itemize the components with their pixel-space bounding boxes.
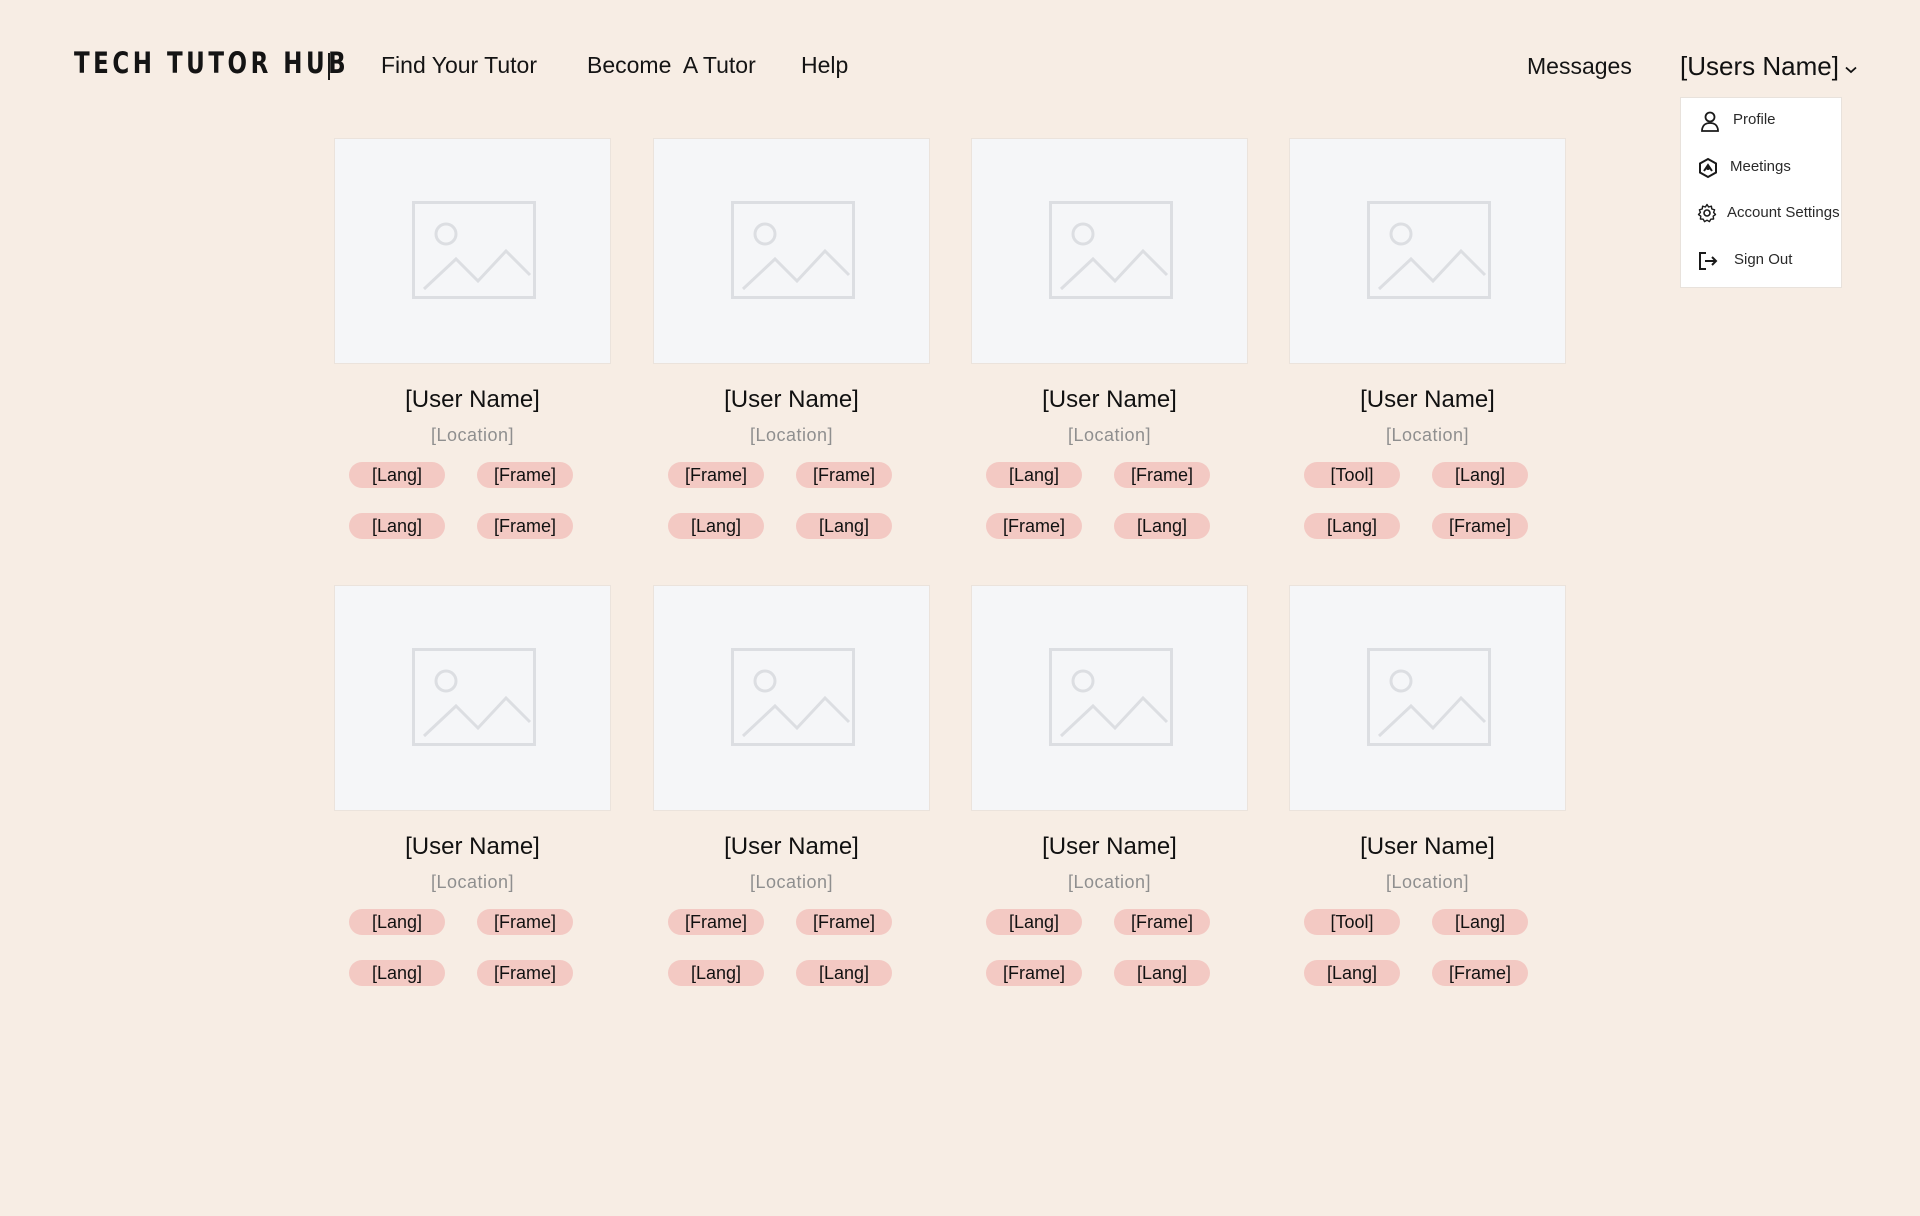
skill-tag[interactable]: [Frame] [477, 909, 573, 935]
tutor-name[interactable]: [User Name] [653, 386, 930, 414]
tutor-photo[interactable] [971, 585, 1248, 811]
dropdown-label-profile: Profile [1733, 111, 1776, 128]
skill-tag[interactable]: [Frame] [1114, 909, 1210, 935]
tutor-name[interactable]: [User Name] [1289, 386, 1566, 414]
skill-tag[interactable]: [Lang] [1304, 960, 1400, 986]
image-placeholder-icon [1049, 648, 1173, 746]
skill-tag[interactable]: [Frame] [477, 960, 573, 986]
skill-tag[interactable]: [Lang] [986, 462, 1082, 488]
tutor-card[interactable]: [User Name] [Location] [Lang] [Frame] [Frame… [971, 585, 1248, 1005]
skill-tag[interactable]: [Lang] [349, 462, 445, 488]
user-dropdown-menu: Profile Meetings Account Settings Sign O… [1680, 97, 1842, 288]
dropdown-label-meetings: Meetings [1730, 158, 1791, 175]
skill-tag[interactable]: [Frame] [1432, 513, 1528, 539]
nav-messages[interactable]: Messages [1527, 53, 1632, 80]
top-nav: TECH TUTOR HUB Find Your Tutor Become A … [0, 0, 1920, 130]
skill-tag[interactable]: [Frame] [668, 462, 764, 488]
skill-tag[interactable]: [Lang] [349, 909, 445, 935]
skill-tag[interactable]: [Frame] [477, 462, 573, 488]
gear-icon [1697, 203, 1717, 223]
skill-tag[interactable]: [Lang] [1114, 960, 1210, 986]
skill-tag[interactable]: [Frame] [986, 513, 1082, 539]
skill-tag[interactable]: [Frame] [668, 909, 764, 935]
user-name-label: [Users Name] [1680, 51, 1839, 81]
skill-tag[interactable]: [Frame] [986, 960, 1082, 986]
tutor-location: [Location] [749, 425, 834, 445]
dropdown-label-account-settings: Account Settings [1727, 204, 1840, 221]
skill-tag[interactable]: [Tool] [1304, 462, 1400, 488]
nav-help[interactable]: Help [801, 52, 848, 79]
dropdown-item-account-settings[interactable]: Account Settings [1681, 193, 1841, 233]
tutor-card[interactable]: [User Name] [Location] [Lang] [Frame] [Lang]… [334, 138, 611, 558]
tutor-photo[interactable] [653, 585, 930, 811]
skill-tag[interactable]: [Frame] [1432, 960, 1528, 986]
tutor-card[interactable]: [User Name] [Location] [Frame] [Frame] [Lang… [653, 138, 930, 558]
tutor-card[interactable]: [User Name] [Location] [Tool] [Lang] [Lang] [… [1289, 138, 1566, 558]
skill-tag[interactable]: [Lang] [1114, 513, 1210, 539]
skill-tag[interactable]: [Tool] [1304, 909, 1400, 935]
tutor-location: [Location] [1385, 425, 1470, 445]
tutor-location: [Location] [1067, 872, 1152, 892]
dropdown-item-sign-out[interactable]: Sign Out [1681, 240, 1841, 280]
image-placeholder-icon [1367, 648, 1491, 746]
tutor-photo[interactable] [653, 138, 930, 364]
image-placeholder-icon [731, 648, 855, 746]
nav-become-a-tutor[interactable]: Become A Tutor [587, 52, 756, 79]
tutor-photo[interactable] [334, 585, 611, 811]
tutor-name[interactable]: [User Name] [653, 833, 930, 861]
tutor-name[interactable]: [User Name] [1289, 833, 1566, 861]
tutor-card[interactable]: [User Name] [Location] [Frame] [Frame] [Lang… [653, 585, 930, 1005]
chevron-down-icon [1845, 50, 1857, 81]
tutor-location: [Location] [430, 872, 515, 892]
tutor-card[interactable]: [User Name] [Location] [Lang] [Frame] [Frame… [971, 138, 1248, 558]
skill-tag[interactable]: [Lang] [349, 513, 445, 539]
tutor-card[interactable]: [User Name] [Location] [Tool] [Lang] [Lang] [… [1289, 585, 1566, 1005]
skill-tag[interactable]: [Lang] [1304, 513, 1400, 539]
image-placeholder-icon [412, 201, 536, 299]
image-placeholder-icon [731, 201, 855, 299]
nav-find-your-tutor[interactable]: Find Your Tutor [381, 52, 537, 79]
tutor-photo[interactable] [971, 138, 1248, 364]
tutor-location: [Location] [749, 872, 834, 892]
skill-tag[interactable]: [Lang] [796, 513, 892, 539]
skill-tag[interactable]: [Lang] [986, 909, 1082, 935]
user-menu-toggle[interactable]: [Users Name] [1680, 51, 1857, 84]
tutor-location: [Location] [430, 425, 515, 445]
sign-out-icon [1699, 252, 1718, 270]
skill-tag[interactable]: [Lang] [796, 960, 892, 986]
image-placeholder-icon [1367, 201, 1491, 299]
tutor-name[interactable]: [User Name] [971, 833, 1248, 861]
logo-divider [328, 53, 330, 80]
image-placeholder-icon [1049, 201, 1173, 299]
tutor-card[interactable]: [User Name] [Location] [Lang] [Frame] [Lang]… [334, 585, 611, 1005]
tutor-photo[interactable] [1289, 585, 1566, 811]
skill-tag[interactable]: [Lang] [668, 960, 764, 986]
site-logo[interactable]: TECH TUTOR HUB [74, 46, 349, 80]
tutor-name[interactable]: [User Name] [334, 386, 611, 414]
tutor-photo[interactable] [1289, 138, 1566, 364]
meetings-icon [1699, 157, 1717, 179]
skill-tag[interactable]: [Frame] [1114, 462, 1210, 488]
tutor-name[interactable]: [User Name] [971, 386, 1248, 414]
dropdown-item-profile[interactable]: Profile [1681, 100, 1841, 140]
tutor-location: [Location] [1067, 425, 1152, 445]
tutor-location: [Location] [1385, 872, 1470, 892]
skill-tag[interactable]: [Lang] [1432, 462, 1528, 488]
skill-tag[interactable]: [Lang] [349, 960, 445, 986]
skill-tag[interactable]: [Frame] [477, 513, 573, 539]
image-placeholder-icon [412, 648, 536, 746]
skill-tag[interactable]: [Frame] [796, 909, 892, 935]
user-icon [1701, 111, 1719, 132]
tutor-photo[interactable] [334, 138, 611, 364]
tutor-name[interactable]: [User Name] [334, 833, 611, 861]
skill-tag[interactable]: [Lang] [668, 513, 764, 539]
skill-tag[interactable]: [Frame] [796, 462, 892, 488]
dropdown-label-sign-out: Sign Out [1734, 251, 1793, 268]
skill-tag[interactable]: [Lang] [1432, 909, 1528, 935]
dropdown-item-meetings[interactable]: Meetings [1681, 147, 1841, 187]
